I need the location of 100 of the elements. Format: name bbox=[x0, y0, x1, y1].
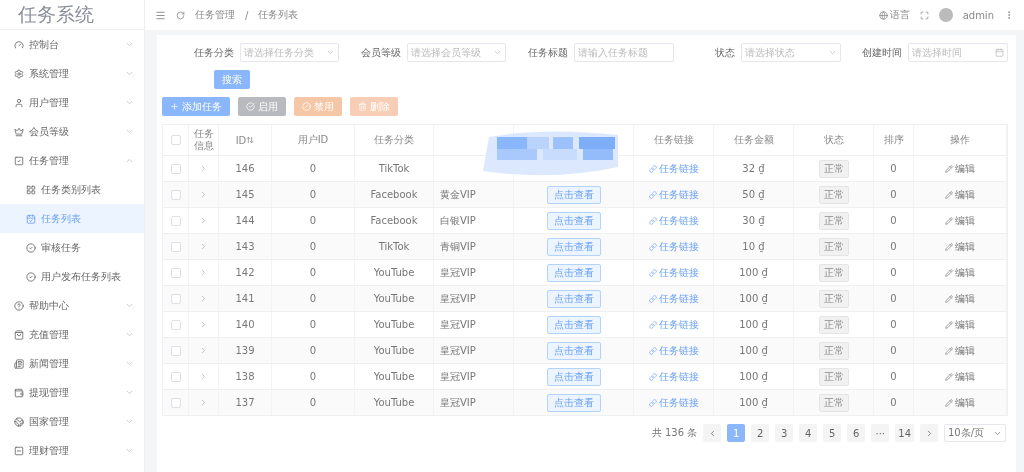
avatar[interactable] bbox=[938, 8, 953, 22]
page-button[interactable]: 5 bbox=[823, 424, 842, 442]
date-field[interactable]: 请选择时间 bbox=[908, 43, 1008, 62]
task-link[interactable]: 任务链接 bbox=[648, 187, 699, 202]
edit-link[interactable]: 编辑 bbox=[945, 187, 975, 202]
task-link[interactable]: 任务链接 bbox=[648, 343, 699, 358]
select-field[interactable]: 请选择会员等级 bbox=[406, 43, 507, 62]
checkbox[interactable] bbox=[170, 189, 181, 200]
task-link[interactable]: 任务链接 bbox=[648, 265, 699, 280]
language-button[interactable]: 语言 bbox=[878, 8, 910, 22]
page-button[interactable]: 6 bbox=[847, 424, 866, 442]
expand-icon[interactable] bbox=[199, 164, 208, 173]
edit-link[interactable]: 编辑 bbox=[945, 395, 975, 410]
expand-icon[interactable] bbox=[199, 320, 208, 329]
sort-icon[interactable] bbox=[246, 136, 255, 144]
edit-link[interactable]: 编辑 bbox=[945, 239, 975, 254]
page-button[interactable]: 14 bbox=[895, 424, 914, 442]
view-button[interactable]: 点击查看 bbox=[546, 393, 601, 412]
view-button[interactable]: 点击查看 bbox=[546, 185, 601, 204]
view-button[interactable]: 点击查看 bbox=[546, 237, 601, 256]
sidebar-item[interactable]: 充值管理 bbox=[0, 320, 144, 349]
sidebar-item[interactable]: 国家管理 bbox=[0, 407, 144, 436]
checkbox[interactable] bbox=[170, 135, 181, 145]
task-link[interactable]: 任务链接 bbox=[648, 291, 699, 306]
pencil-icon bbox=[945, 190, 953, 199]
search-button[interactable]: 搜索 bbox=[214, 70, 250, 89]
crown-icon bbox=[14, 126, 24, 137]
sidebar-item[interactable]: 用户管理 bbox=[0, 88, 144, 117]
checkbox[interactable] bbox=[170, 397, 181, 408]
sidebar-item[interactable]: 会员等级 bbox=[0, 117, 144, 146]
edit-link[interactable]: 编辑 bbox=[945, 343, 975, 358]
page-size-select[interactable]: 10条/页 bbox=[944, 424, 1006, 442]
link-icon bbox=[648, 346, 657, 355]
expand-icon[interactable] bbox=[199, 190, 208, 199]
sidebar-subitem[interactable]: 审核任务 bbox=[0, 233, 144, 262]
checkbox[interactable] bbox=[170, 215, 181, 226]
status-tag: 正常 bbox=[818, 237, 849, 256]
view-button[interactable]: 点击查看 bbox=[546, 367, 601, 386]
checkbox-icon bbox=[14, 155, 24, 166]
task-link[interactable]: 任务链接 bbox=[648, 161, 699, 176]
expand-icon[interactable] bbox=[199, 268, 208, 277]
checkbox[interactable] bbox=[170, 319, 181, 330]
task-link[interactable]: 任务链接 bbox=[648, 317, 699, 332]
sidebar-item[interactable]: 理财管理 bbox=[0, 436, 144, 465]
link-icon bbox=[648, 398, 657, 407]
sidebar-item[interactable]: 新闻管理 bbox=[0, 349, 144, 378]
task-link[interactable]: 任务链接 bbox=[648, 213, 699, 228]
prev-page-button[interactable] bbox=[703, 424, 722, 442]
next-page-button[interactable] bbox=[920, 424, 938, 442]
checkbox[interactable] bbox=[170, 371, 181, 382]
page-button[interactable]: 2 bbox=[751, 424, 770, 442]
task-link[interactable]: 任务链接 bbox=[648, 395, 699, 410]
input-field[interactable]: 请输入任务标题 bbox=[574, 43, 674, 62]
sidebar-subitem[interactable]: 任务列表 bbox=[0, 204, 144, 233]
page-button[interactable]: 3 bbox=[775, 424, 794, 442]
fullscreen-icon[interactable] bbox=[919, 10, 929, 20]
user-name[interactable]: admin bbox=[962, 9, 994, 21]
breadcrumb-item[interactable]: 任务列表 bbox=[258, 8, 299, 22]
expand-icon[interactable] bbox=[199, 372, 208, 381]
view-button[interactable]: 点击查看 bbox=[546, 211, 601, 230]
gauge-icon bbox=[14, 39, 24, 50]
checkbox[interactable] bbox=[170, 267, 181, 278]
sidebar-item[interactable]: 任务管理 bbox=[0, 146, 144, 175]
sidebar-item[interactable]: 帮助中心 bbox=[0, 291, 144, 320]
select-field[interactable]: 请选择状态 bbox=[741, 43, 841, 62]
expand-icon[interactable] bbox=[199, 346, 208, 355]
sidebar-item[interactable]: 系统管理 bbox=[0, 59, 144, 88]
edit-link[interactable]: 编辑 bbox=[945, 369, 975, 384]
view-button[interactable]: 点击查看 bbox=[546, 289, 601, 308]
column-header[interactable]: ID bbox=[235, 134, 247, 146]
filter-label: 状态 bbox=[714, 45, 737, 60]
task-link[interactable]: 任务链接 bbox=[648, 239, 699, 254]
task-link[interactable]: 任务链接 bbox=[648, 369, 699, 384]
page-button[interactable]: 1 bbox=[727, 424, 746, 442]
expand-icon[interactable] bbox=[199, 294, 208, 303]
view-button[interactable]: 点击查看 bbox=[546, 315, 601, 334]
sidebar-item[interactable]: 提现管理 bbox=[0, 378, 144, 407]
action-button[interactable]: 添加任务 bbox=[162, 97, 230, 116]
edit-link[interactable]: 编辑 bbox=[945, 291, 975, 306]
edit-link[interactable]: 编辑 bbox=[945, 265, 975, 280]
sidebar-subitem[interactable]: 用户发布任务列表 bbox=[0, 262, 144, 291]
menu-icon[interactable] bbox=[155, 9, 166, 21]
checkbox[interactable] bbox=[170, 163, 181, 174]
expand-icon[interactable] bbox=[199, 242, 208, 251]
sidebar-item[interactable]: 控制台 bbox=[0, 30, 144, 59]
breadcrumb-item[interactable]: 任务管理 bbox=[195, 8, 235, 22]
edit-link[interactable]: 编辑 bbox=[945, 317, 975, 332]
sidebar-subitem[interactable]: 任务类别列表 bbox=[0, 175, 144, 204]
edit-link[interactable]: 编辑 bbox=[945, 213, 975, 228]
view-button[interactable]: 点击查看 bbox=[546, 341, 601, 360]
checkbox[interactable] bbox=[170, 345, 181, 356]
page-button[interactable]: ··· bbox=[871, 424, 890, 442]
expand-icon[interactable] bbox=[199, 216, 208, 225]
checkbox[interactable] bbox=[170, 293, 181, 304]
refresh-icon[interactable] bbox=[176, 10, 185, 20]
checkbox[interactable] bbox=[170, 241, 181, 252]
expand-icon[interactable] bbox=[199, 398, 208, 407]
page-button[interactable]: 4 bbox=[799, 424, 818, 442]
view-button[interactable]: 点击查看 bbox=[546, 263, 601, 282]
edit-link[interactable]: 编辑 bbox=[945, 161, 975, 176]
